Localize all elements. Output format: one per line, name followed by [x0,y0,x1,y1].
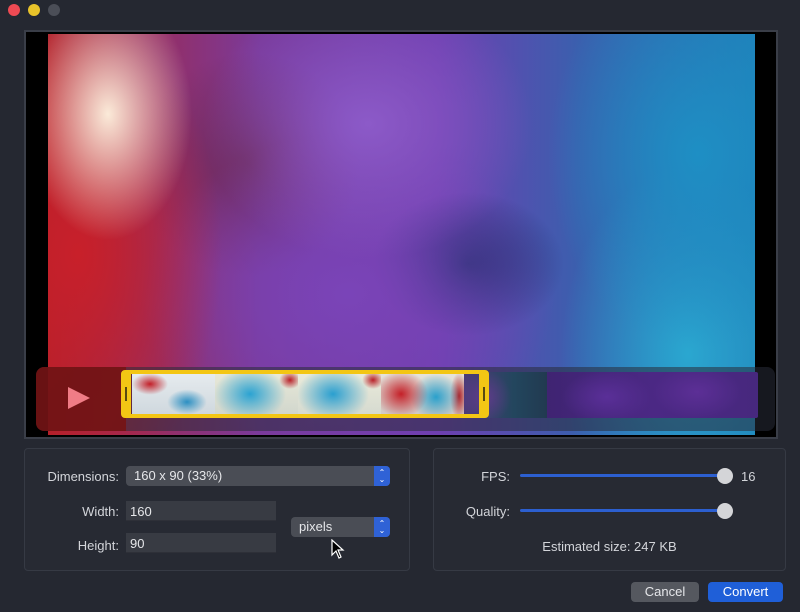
quality-slider-track [520,509,725,512]
dimensions-value: 160 x 90 (33%) [134,468,223,483]
height-field[interactable]: 90 [126,533,276,553]
chevron-up-down-icon: ⌃ ⌄ [374,517,390,537]
cancel-button[interactable]: Cancel [631,582,699,602]
minimize-window-button[interactable] [28,4,40,16]
fps-slider-track [520,474,725,477]
units-select[interactable]: pixels ⌃ ⌄ [291,517,390,537]
units-value: pixels [299,519,333,534]
height-label: Height: [77,538,119,553]
dimensions-select[interactable]: 160 x 90 (33%) ⌃ ⌄ [126,466,390,486]
close-window-button[interactable] [8,4,20,16]
maximize-window-button[interactable] [48,4,60,16]
width-label: Width: [82,504,119,519]
timeline-thumbnail [547,372,758,418]
dimensions-panel: Dimensions: 160 x 90 (33%) ⌃ ⌄ Width: 160… [24,448,410,571]
fps-value: 16 [741,469,756,484]
fps-slider[interactable] [520,468,733,484]
quality-slider[interactable] [520,503,733,519]
video-preview-frame [24,30,778,439]
trim-end-handle[interactable] [483,387,485,401]
estimated-size: Estimated size: 247 KB [542,539,677,554]
fps-slider-thumb[interactable] [717,468,733,484]
width-field[interactable]: 160 [126,501,276,521]
timeline-bar [36,367,775,431]
quality-label: Quality: [465,504,510,519]
convert-button[interactable]: Convert [708,582,783,602]
trim-selection[interactable] [121,370,489,418]
title-bar [0,0,800,22]
play-icon[interactable] [68,387,90,409]
trim-start-handle[interactable] [125,387,127,401]
chevron-up-down-icon: ⌃ ⌄ [374,466,390,486]
output-panel: FPS: 16 Quality: Estimated size: 247 KB [433,448,786,571]
dimensions-label: Dimensions: [47,469,119,484]
quality-slider-thumb[interactable] [717,503,733,519]
fps-label: FPS: [481,469,510,484]
